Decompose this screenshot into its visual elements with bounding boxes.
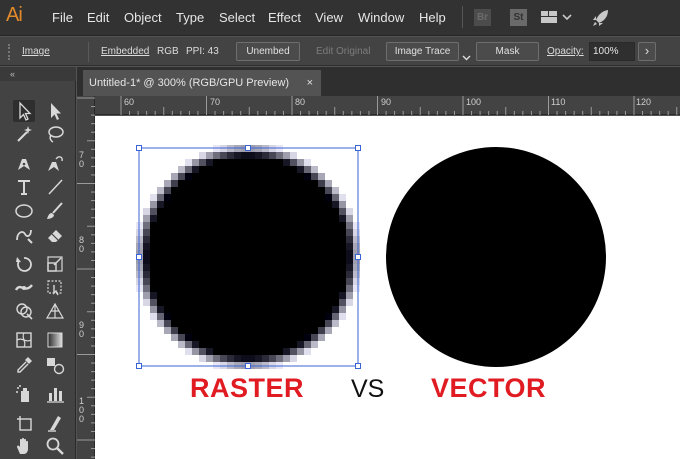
close-tab-icon[interactable]: × bbox=[307, 70, 313, 96]
slice-tool-icon[interactable] bbox=[44, 412, 66, 434]
shape-builder-tool-icon[interactable] bbox=[13, 300, 35, 322]
object-type-label[interactable]: Image bbox=[22, 46, 50, 57]
ruler-label-90: 90 bbox=[381, 97, 392, 107]
stock-icon[interactable]: St bbox=[510, 9, 527, 26]
artwork bbox=[136, 145, 606, 369]
zoom-tool-icon[interactable] bbox=[44, 435, 66, 457]
ruler-label-80: 80 bbox=[295, 97, 306, 107]
ruler-label-v70b: 0 bbox=[79, 159, 85, 169]
pen-tool-icon[interactable] bbox=[13, 153, 35, 175]
ruler-label-v80b: 0 bbox=[79, 244, 85, 254]
image-trace-button[interactable]: Image Trace bbox=[386, 42, 459, 61]
tools-panel: « bbox=[0, 67, 76, 459]
unembed-button[interactable]: Unembed bbox=[236, 42, 300, 61]
menu-help[interactable]: Help bbox=[419, 10, 446, 25]
ruler-label-120: 120 bbox=[636, 97, 652, 107]
symbol-sprayer-tool-icon[interactable] bbox=[13, 383, 35, 405]
rotate-tool-icon[interactable] bbox=[13, 253, 35, 275]
curvature-tool-icon[interactable] bbox=[44, 153, 66, 175]
mask-button[interactable]: Mask bbox=[476, 42, 539, 61]
selection-tool-icon[interactable] bbox=[13, 100, 35, 122]
hand-tool-icon[interactable] bbox=[13, 435, 35, 457]
eraser-tool-icon[interactable] bbox=[44, 224, 66, 246]
blend-tool-icon[interactable] bbox=[44, 354, 66, 376]
vector-label: VECTOR bbox=[431, 373, 547, 403]
scale-tool-icon[interactable] bbox=[44, 253, 66, 275]
control-bar-grip[interactable] bbox=[8, 44, 10, 60]
paintbrush-tool-icon[interactable] bbox=[44, 200, 66, 222]
menu-object[interactable]: Object bbox=[124, 10, 162, 25]
menu-effect[interactable]: Effect bbox=[268, 10, 301, 25]
ellipse-tool-icon[interactable] bbox=[13, 200, 35, 222]
menu-edit[interactable]: Edit bbox=[87, 10, 109, 25]
magic-wand-tool-icon[interactable] bbox=[13, 123, 35, 145]
menu-select[interactable]: Select bbox=[219, 10, 255, 25]
menu-view[interactable]: View bbox=[315, 10, 343, 25]
control-bar: Image Embedded RGB PPI: 43 Unembed Edit … bbox=[0, 37, 680, 66]
mesh-tool-icon[interactable] bbox=[13, 329, 35, 351]
opacity-more-button[interactable]: › bbox=[638, 42, 656, 61]
vertical-ruler[interactable]: 7 0 8 0 9 0 1 0 0 bbox=[77, 96, 95, 459]
control-divider bbox=[88, 42, 89, 62]
embedded-link[interactable]: Embedded bbox=[101, 46, 149, 57]
direct-selection-tool-icon[interactable] bbox=[44, 100, 66, 122]
ruler-label-v90b: 0 bbox=[79, 329, 85, 339]
opacity-label[interactable]: Opacity: bbox=[547, 46, 584, 57]
tools-panel-collapse[interactable]: « bbox=[0, 67, 76, 81]
vector-circle[interactable] bbox=[386, 147, 606, 367]
color-mode-label: RGB bbox=[157, 46, 179, 57]
document-tab-title: Untitled-1* @ 300% (RGB/GPU Preview) bbox=[89, 77, 290, 89]
menu-file[interactable]: File bbox=[52, 10, 73, 25]
raster-circle-image[interactable] bbox=[136, 145, 360, 369]
app-logo: Ai bbox=[6, 4, 23, 26]
menu-window[interactable]: Window bbox=[358, 10, 404, 25]
eyedropper-tool-icon[interactable] bbox=[13, 354, 35, 376]
document-tab-bar: Untitled-1* @ 300% (RGB/GPU Preview) × bbox=[77, 67, 680, 96]
ruler-label-70: 70 bbox=[210, 97, 221, 107]
horizontal-ruler[interactable]: 60 70 80 90 100 110 120 bbox=[95, 96, 680, 115]
artboard-canvas[interactable] bbox=[95, 116, 680, 459]
column-graph-tool-icon[interactable] bbox=[44, 383, 66, 405]
perspective-grid-tool-icon[interactable] bbox=[44, 300, 66, 322]
opacity-field[interactable]: 100% bbox=[589, 42, 635, 61]
shaper-tool-icon[interactable] bbox=[13, 224, 35, 246]
gpu-performance-rocket-icon[interactable] bbox=[591, 8, 611, 33]
lasso-tool-icon[interactable] bbox=[44, 123, 66, 145]
image-trace-dropdown-icon[interactable] bbox=[462, 48, 471, 66]
artboard-tool-icon[interactable] bbox=[13, 412, 35, 434]
line-segment-tool-icon[interactable] bbox=[44, 176, 66, 198]
gradient-tool-icon[interactable] bbox=[44, 329, 66, 351]
arrange-documents-icon[interactable] bbox=[540, 8, 574, 31]
raster-label: RASTER bbox=[190, 373, 305, 403]
menu-divider bbox=[462, 6, 463, 28]
ppi-label: PPI: 43 bbox=[186, 46, 219, 57]
bridge-icon[interactable]: Br bbox=[474, 9, 491, 26]
ruler-label-110: 110 bbox=[551, 97, 566, 107]
type-tool-icon[interactable] bbox=[13, 176, 35, 198]
menu-bar: Ai File Edit Object Type Select Effect V… bbox=[0, 0, 680, 36]
ruler-label-v100c: 0 bbox=[79, 414, 85, 424]
vs-label: VS bbox=[351, 375, 385, 403]
ruler-label-60: 60 bbox=[124, 97, 135, 107]
menu-type[interactable]: Type bbox=[176, 10, 204, 25]
document-tab[interactable]: Untitled-1* @ 300% (RGB/GPU Preview) × bbox=[83, 70, 321, 96]
free-transform-tool-icon[interactable] bbox=[44, 276, 66, 298]
width-tool-icon[interactable] bbox=[13, 276, 35, 298]
edit-original-button[interactable]: Edit Original bbox=[316, 46, 370, 57]
ruler-label-100: 100 bbox=[466, 97, 482, 107]
